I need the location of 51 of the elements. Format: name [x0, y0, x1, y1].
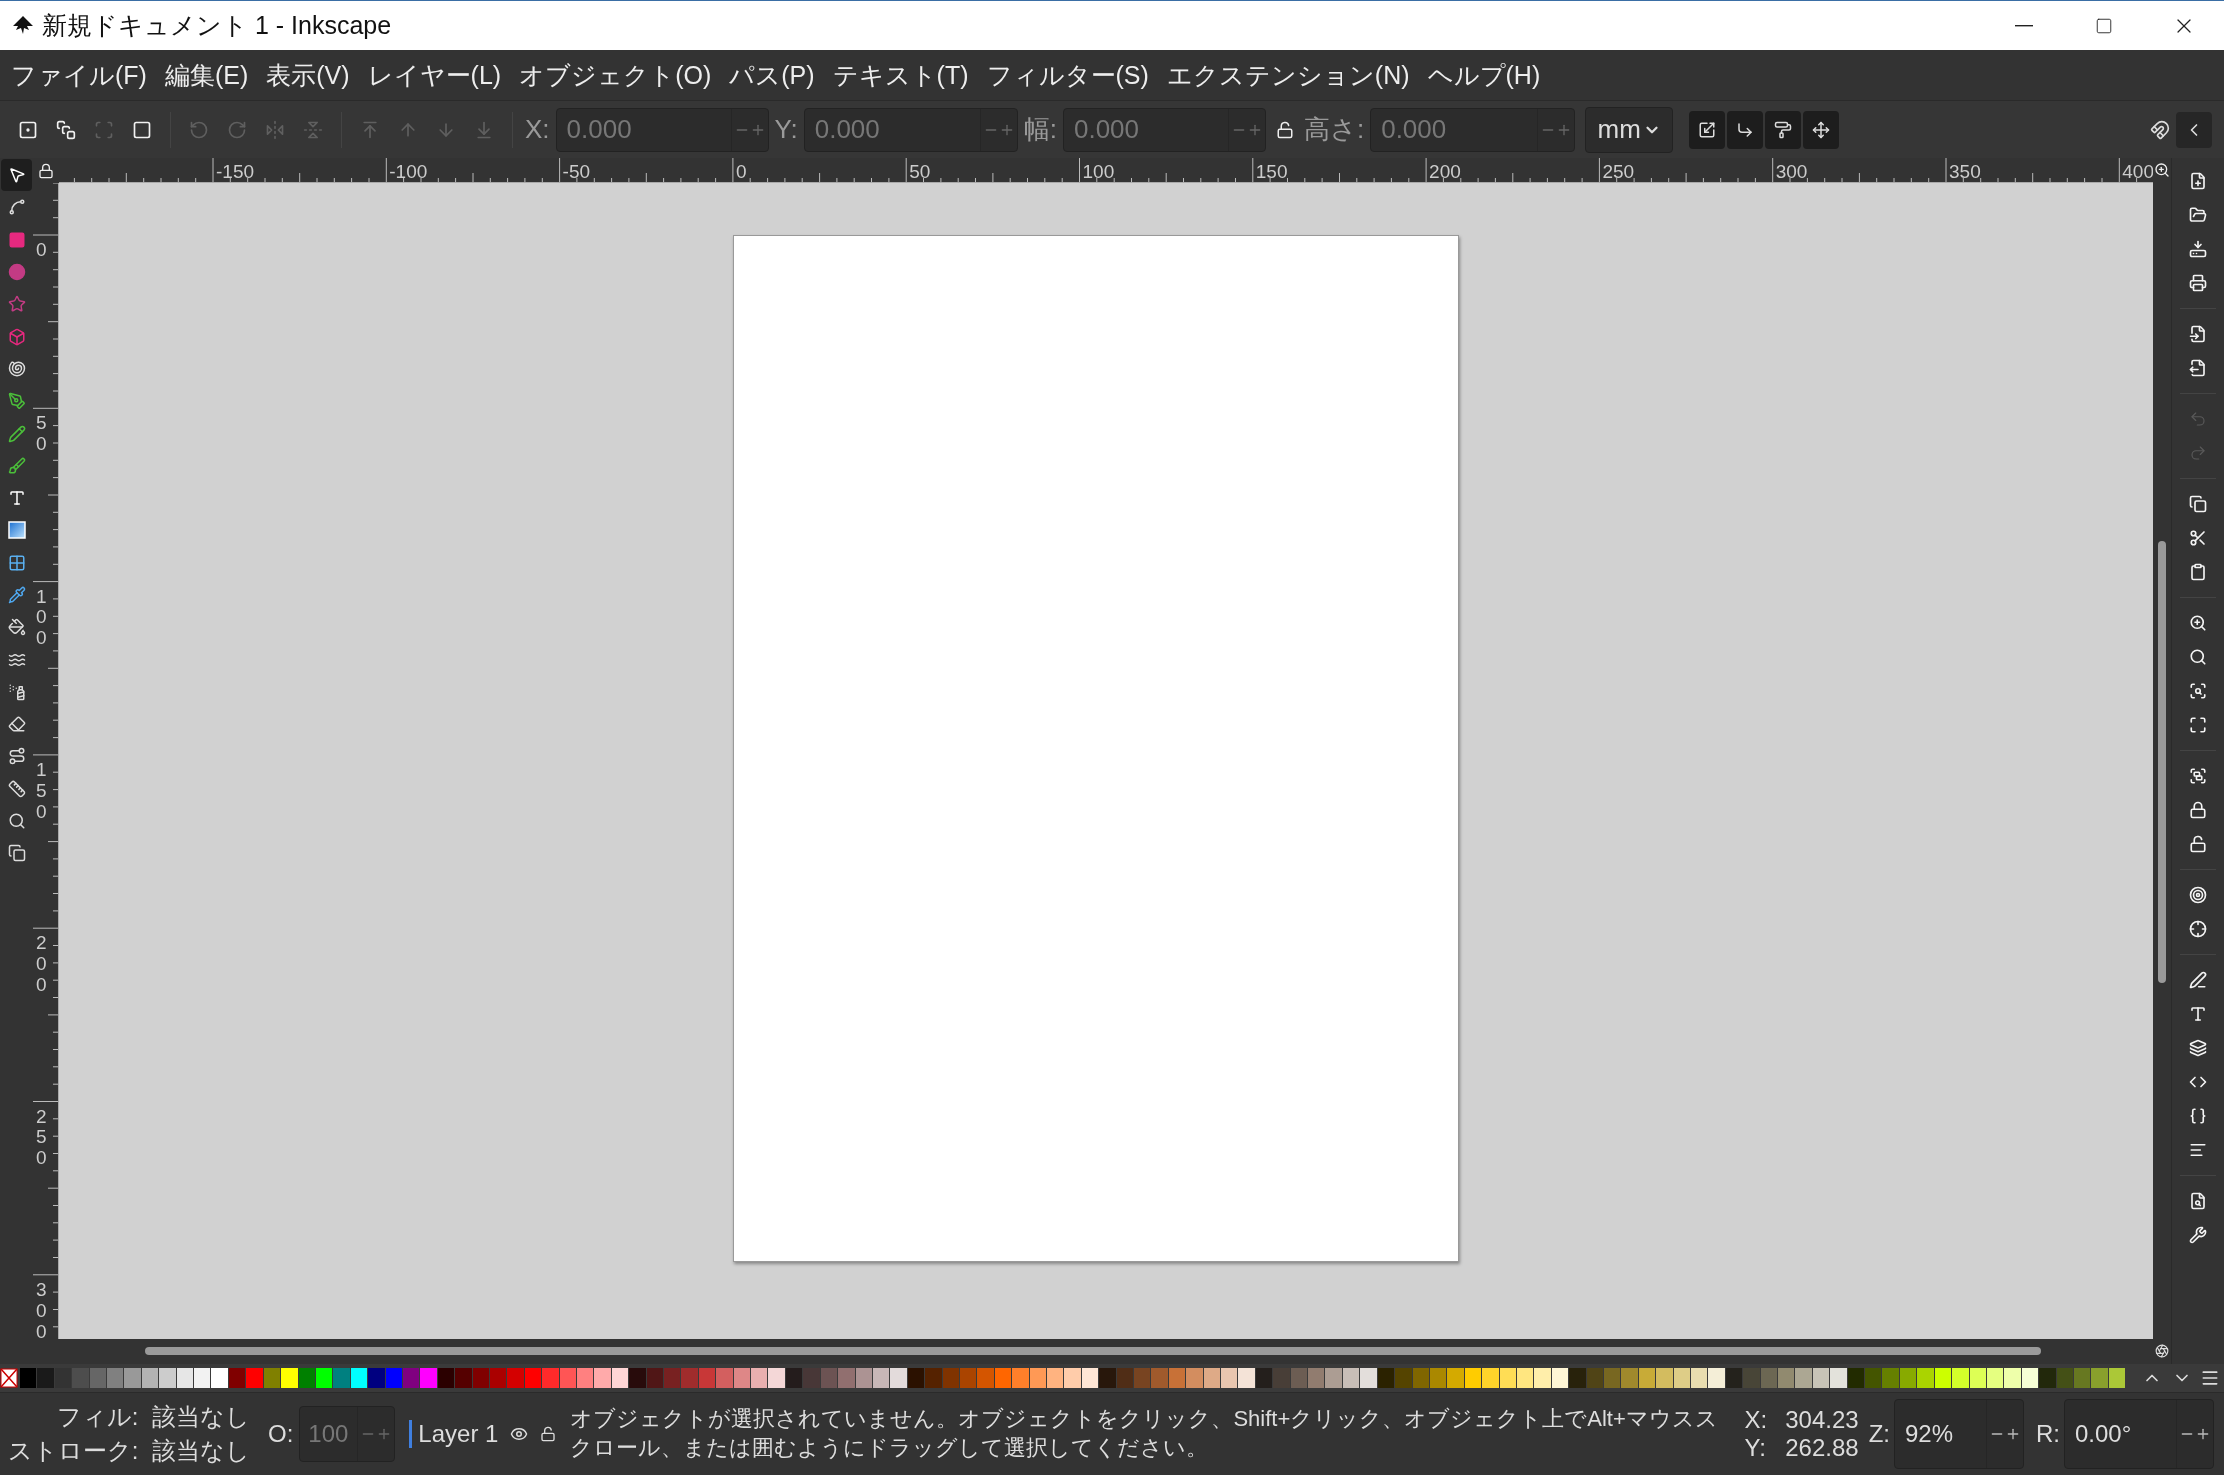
- zoom-field[interactable]: 92%: [1894, 1399, 2024, 1469]
- cursor-y-label: Y:: [1744, 1434, 1767, 1462]
- opacity-label: O:: [268, 1420, 294, 1448]
- menu-item[interactable]: エクステンション(N): [1157, 58, 1419, 92]
- ruler-label: 400: [2122, 162, 2153, 181]
- fill-label: フィル:: [55, 1402, 139, 1432]
- ruler-label: 50: [36, 413, 48, 456]
- fill-value[interactable]: 該当なし: [152, 1401, 254, 1433]
- cursor-y-value: 262.88: [1785, 1434, 1859, 1462]
- field-label: X:: [525, 114, 550, 145]
- ruler-label: 350: [1949, 162, 1981, 181]
- field-label: 幅:: [1023, 113, 1057, 146]
- zoom-label: Z:: [1868, 1420, 1890, 1448]
- ruler-label: 300: [36, 1279, 48, 1339]
- ruler-label: 50: [909, 162, 931, 181]
- stroke-label: ストローク:: [6, 1436, 139, 1466]
- unit-dropdown[interactable]: mm: [1585, 106, 1674, 153]
- field-label: 高さ:: [1303, 113, 1365, 146]
- rotation-field[interactable]: 0.00°: [2064, 1399, 2214, 1469]
- ruler-label: -100: [389, 162, 428, 181]
- ruler-label: -50: [562, 162, 591, 181]
- ruler-label: 0: [36, 240, 48, 261]
- stroke-value[interactable]: 該当なし: [152, 1435, 254, 1467]
- ruler-label: 200: [36, 933, 48, 996]
- ruler-label: 250: [1602, 162, 1635, 181]
- ruler-label: -150: [216, 162, 255, 181]
- menu-item[interactable]: パス(P): [720, 58, 824, 92]
- rotation-label: R:: [2036, 1420, 2060, 1448]
- menu-item[interactable]: ヘルプ(H): [1418, 58, 1550, 92]
- ruler-label: 100: [1082, 162, 1115, 181]
- menu-item[interactable]: ファイル(F): [2, 58, 156, 92]
- menu-item[interactable]: テキスト(T): [823, 58, 978, 92]
- ruler-label: 300: [1775, 162, 1808, 181]
- ruler-label: 150: [36, 759, 48, 823]
- menu-item[interactable]: 編集(E): [155, 58, 258, 92]
- menu-item[interactable]: フィルター(S): [977, 58, 1158, 92]
- menu-item[interactable]: レイヤー(L): [358, 58, 511, 92]
- ruler-label: 150: [1255, 162, 1288, 181]
- menu-item[interactable]: 表示(V): [257, 58, 359, 92]
- cursor-x-value: 304.23: [1785, 1406, 1859, 1434]
- ruler-label: 100: [36, 586, 48, 650]
- ruler-label: 250: [36, 1106, 48, 1170]
- status-message: クロール、または囲むようにドラッグして選択してください。: [570, 1434, 1210, 1462]
- field-label: Y:: [774, 114, 798, 145]
- ruler-label: 0: [735, 162, 747, 181]
- ruler-label: 200: [1429, 162, 1461, 181]
- menu-item[interactable]: オブジェクト(O): [510, 58, 721, 92]
- layer-name[interactable]: Layer 1: [409, 1420, 499, 1448]
- cursor-x-label: X:: [1744, 1406, 1768, 1434]
- status-message: オブジェクトが選択されていません。オブジェクトをクリック、Shift+クリック、オブジェクト上でAlt+マウスス: [570, 1405, 1719, 1434]
- window-title: 新規ドキュメント 1 - Inkscape: [42, 10, 392, 41]
